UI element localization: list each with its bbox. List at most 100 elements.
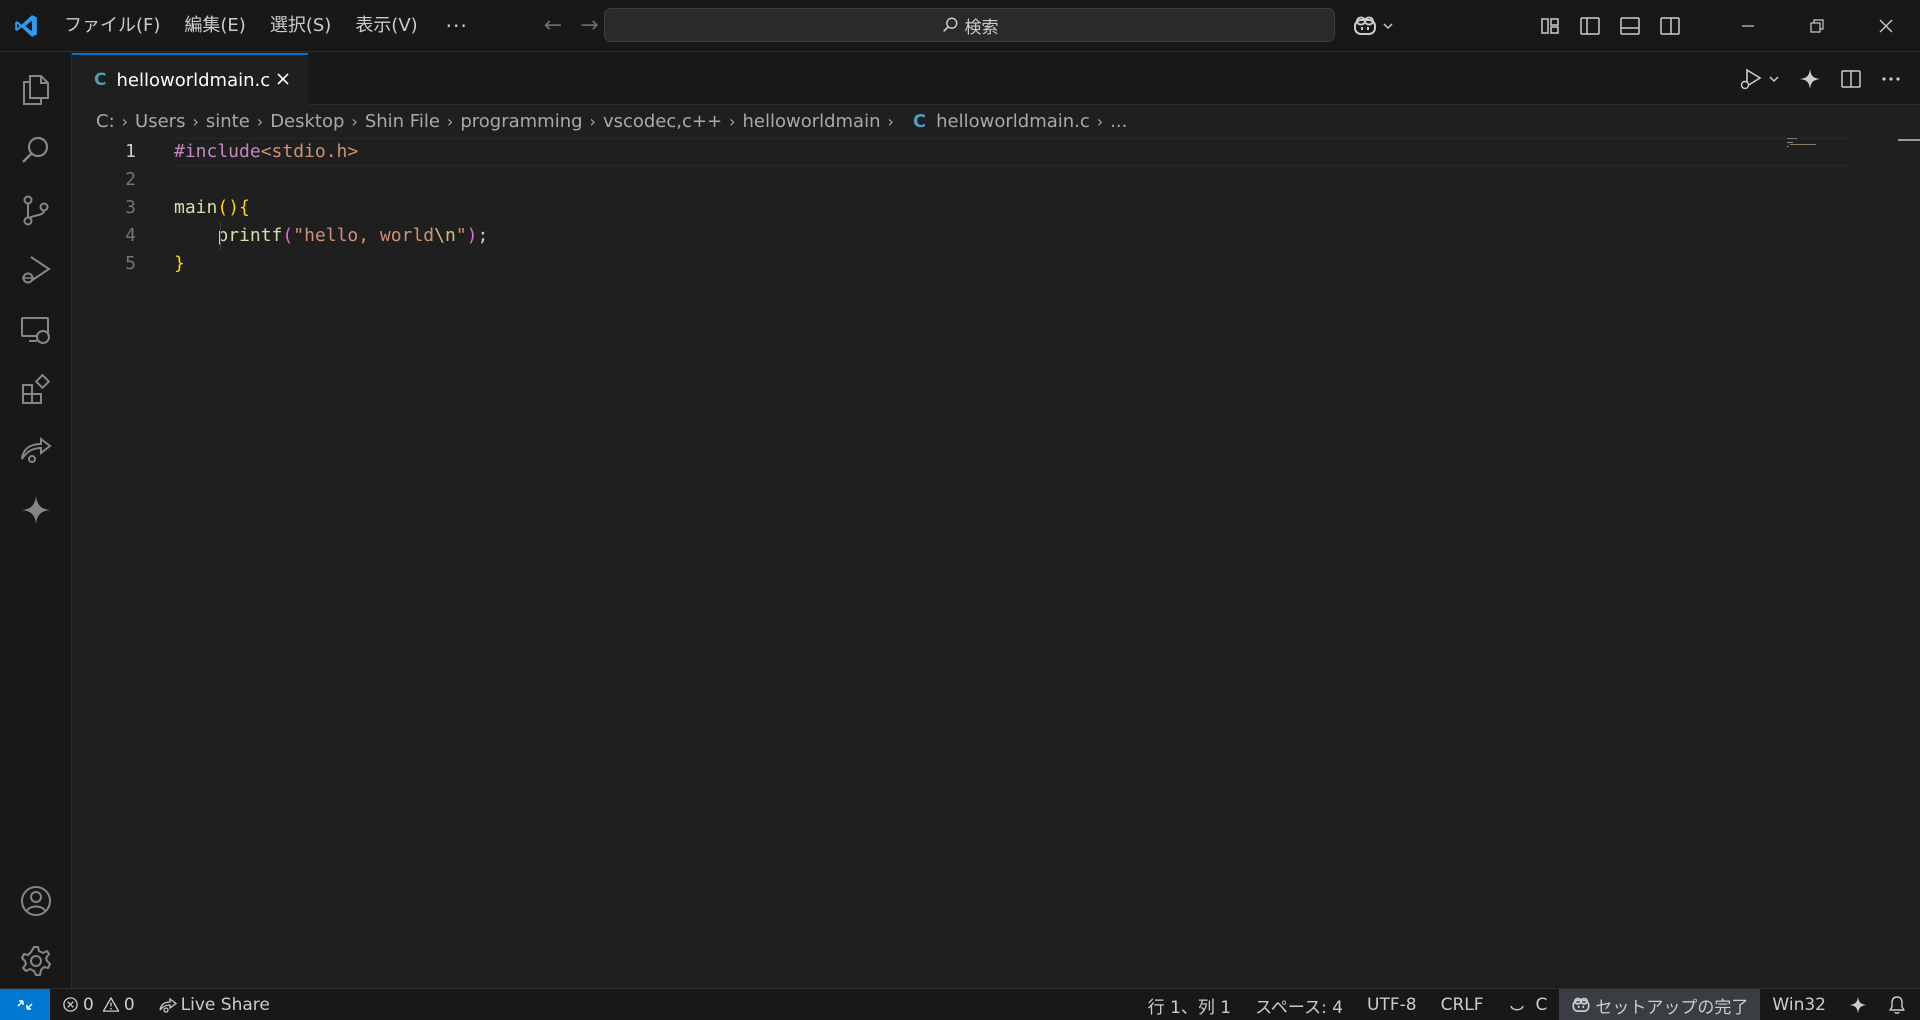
toggle-secondary-sidebar-icon[interactable] [1657, 13, 1683, 39]
breadcrumb-item[interactable]: C: [96, 111, 115, 132]
copilot-edit-button[interactable] [1798, 67, 1822, 91]
extensions-icon [22, 373, 51, 404]
activity-copilot-chat[interactable] [0, 480, 72, 540]
command-center-search[interactable]: 検索 [604, 8, 1335, 42]
restore-button[interactable] [1782, 0, 1851, 52]
line-number: 1 [125, 141, 136, 162]
chevron-down-icon [1382, 20, 1394, 32]
code-line-5[interactable]: 5 } [72, 250, 1772, 278]
copilot-icon [1352, 15, 1378, 37]
semicolon-token: ; [477, 225, 489, 246]
paren-token: () [217, 197, 240, 218]
indentation-setting[interactable]: スペース: 4 [1243, 989, 1355, 1020]
activity-live-share[interactable] [0, 420, 72, 480]
remote-icon [17, 999, 33, 1010]
copilot-status-button[interactable] [1838, 989, 1878, 1020]
code-text: #include<stdio.h> [174, 138, 358, 166]
warning-icon [102, 997, 120, 1012]
notifications-button[interactable] [1878, 989, 1920, 1020]
breadcrumb-item[interactable]: Users [135, 111, 185, 132]
indent-guide [220, 222, 221, 250]
activity-explorer[interactable] [0, 60, 72, 120]
editor-actions [1738, 53, 1902, 105]
title-bar: ファイル(F) 編集(E) 選択(S) 表示(V) ··· ← → 検索 [0, 0, 1920, 52]
live-share-label: Live Share [180, 994, 270, 1015]
language-mode[interactable]: C [1496, 989, 1560, 1020]
problems-indicator[interactable]: 0 0 [50, 989, 143, 1020]
activity-extensions[interactable] [0, 360, 72, 420]
line-number: 5 [125, 253, 136, 274]
menu-selection[interactable]: 選択(S) [258, 0, 343, 52]
sparkle-icon [22, 496, 50, 524]
tab-helloworldmain-c[interactable]: C helloworldmain.c [72, 53, 308, 105]
code-line-1[interactable]: 1 #include<stdio.h> [72, 138, 1850, 166]
paren-token: ) [466, 225, 478, 246]
menu-view[interactable]: 表示(V) [343, 0, 429, 52]
menu-more-button[interactable]: ··· [430, 0, 484, 52]
sparkle-icon [1800, 69, 1820, 89]
string-token: " [455, 225, 467, 246]
activity-source-control[interactable] [0, 180, 72, 240]
toggle-primary-sidebar-icon[interactable] [1577, 13, 1603, 39]
copilot-menu-button[interactable] [1352, 10, 1394, 42]
customize-layout-icon[interactable] [1537, 13, 1563, 39]
code-line-3[interactable]: 3 main(){ [72, 194, 1772, 222]
breadcrumb-symbols[interactable]: ... [1110, 111, 1127, 132]
live-share-button[interactable]: Live Share [151, 989, 278, 1020]
split-editor-icon [1841, 70, 1861, 88]
search-icon [941, 16, 959, 34]
more-actions-button[interactable] [1880, 68, 1902, 90]
activity-accounts[interactable] [0, 871, 72, 931]
code-line-4[interactable]: 4 printf("hello, world\n"); [72, 222, 1772, 250]
activity-remote-explorer[interactable] [0, 300, 72, 360]
menu-file[interactable]: ファイル(F) [52, 0, 172, 52]
minimap[interactable] [1787, 137, 1827, 153]
navigation-arrows: ← → [544, 13, 599, 38]
error-count: 0 [83, 994, 94, 1015]
chevron-right-icon: › [729, 111, 736, 131]
breadcrumb-item[interactable]: Shin File [365, 111, 440, 132]
platform-indicator[interactable]: Win32 [1760, 989, 1838, 1020]
split-editor-button[interactable] [1840, 68, 1862, 90]
toggle-panel-icon[interactable] [1617, 13, 1643, 39]
code-line-2[interactable]: 2 [72, 166, 1772, 194]
error-icon [63, 997, 78, 1012]
breadcrumb-item[interactable]: sinte [206, 111, 250, 132]
encoding-setting[interactable]: UTF-8 [1355, 989, 1429, 1020]
run-debug-icon [22, 256, 51, 284]
eol-setting[interactable]: CRLF [1429, 989, 1496, 1020]
activity-search[interactable] [0, 120, 72, 180]
run-debug-button[interactable] [1738, 66, 1780, 92]
gear-icon [21, 946, 51, 976]
breadcrumb-item[interactable]: programming [460, 111, 582, 132]
forward-arrow-icon[interactable]: → [580, 13, 598, 38]
status-bar: 0 0 Live Share 行 1、列 1 スペース: 4 UTF-8 CRL… [0, 988, 1920, 1020]
back-arrow-icon[interactable]: ← [544, 13, 562, 38]
breadcrumb-item[interactable]: helloworldmain [742, 111, 880, 132]
activity-run-debug[interactable] [0, 240, 72, 300]
activity-manage[interactable] [0, 931, 72, 991]
breadcrumb-item[interactable]: Desktop [270, 111, 344, 132]
search-label: 検索 [964, 17, 999, 38]
chevron-right-icon: › [351, 111, 358, 131]
files-icon [23, 75, 49, 105]
header-token: <stdio.h> [260, 141, 359, 162]
remote-indicator-button[interactable] [0, 988, 50, 1020]
scrollbar-cursor-marker [1898, 139, 1920, 141]
minimize-button[interactable] [1713, 0, 1782, 52]
close-window-button[interactable] [1851, 0, 1920, 52]
cursor-position[interactable]: 行 1、列 1 [1136, 989, 1243, 1020]
chevron-right-icon: › [1096, 111, 1104, 131]
chevron-right-icon: › [192, 111, 199, 131]
account-icon [21, 886, 51, 916]
close-tab-button[interactable] [272, 68, 294, 90]
indent-token [174, 225, 217, 246]
code-editor[interactable]: 1 #include<stdio.h> 2 3 main(){ 4 printf… [72, 138, 1920, 988]
ellipsis-icon [1882, 77, 1900, 81]
breadcrumb: C: › Users › sinte › Desktop › Shin File… [96, 108, 1127, 134]
copilot-setup-button[interactable]: セットアップの完了 [1559, 989, 1761, 1020]
language-status-icon [1509, 1005, 1524, 1011]
menu-edit[interactable]: 編集(E) [172, 0, 257, 52]
breadcrumb-item[interactable]: vscodec,c++ [603, 111, 722, 132]
breadcrumb-file[interactable]: helloworldmain.c [936, 111, 1090, 132]
